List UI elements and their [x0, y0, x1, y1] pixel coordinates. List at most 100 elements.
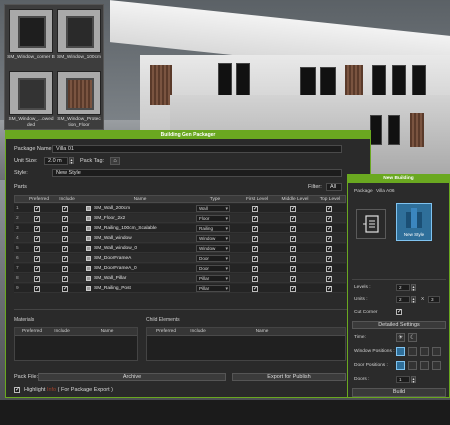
time-sun-button[interactable]: ☀ — [396, 333, 405, 342]
table-row[interactable]: 6 SM_DoorFrameA Door — [14, 254, 346, 263]
table-row[interactable]: 8 SM_Wall_Pillar Pillar — [14, 274, 346, 283]
include-checkbox[interactable] — [62, 225, 68, 232]
detailed-settings-header[interactable]: Detailed Settings — [352, 321, 446, 329]
mat-col-include[interactable]: Include — [49, 328, 75, 335]
library-thumb-1[interactable] — [9, 9, 53, 53]
units-y-input[interactable]: 3 — [428, 296, 440, 303]
top-level-checkbox[interactable] — [326, 215, 332, 222]
first-level-checkbox[interactable] — [252, 215, 258, 222]
door-position-option-2[interactable] — [408, 361, 417, 370]
col-include[interactable]: Include — [55, 196, 79, 203]
middle-level-checkbox[interactable] — [290, 225, 296, 232]
col-preferred[interactable]: Preferred — [27, 196, 51, 203]
table-row[interactable]: 7 SM_DoorFrameA_0 Door — [14, 264, 346, 273]
first-level-checkbox[interactable] — [252, 205, 258, 212]
export-for-publish-button[interactable]: Export for Publish — [232, 373, 346, 381]
preferred-checkbox[interactable] — [34, 285, 40, 292]
col-top-level[interactable]: Top Level — [313, 196, 347, 203]
build-button[interactable]: Build — [352, 388, 446, 397]
building-template-button[interactable] — [356, 209, 386, 239]
part-type-dropdown[interactable]: Wall — [196, 205, 230, 212]
highlight-checkbox[interactable] — [14, 386, 20, 393]
part-type-dropdown[interactable]: Floor — [196, 215, 230, 222]
middle-level-checkbox[interactable] — [290, 265, 296, 272]
top-level-checkbox[interactable] — [326, 245, 332, 252]
table-row[interactable]: 5 SM_Wall_window_0 Window — [14, 244, 346, 253]
top-level-checkbox[interactable] — [326, 235, 332, 242]
style-thumbnail-new-style[interactable]: New Style — [396, 203, 432, 241]
include-checkbox[interactable] — [62, 235, 68, 242]
pack-tag-button[interactable]: ⌂ — [110, 157, 120, 165]
first-level-checkbox[interactable] — [252, 235, 258, 242]
middle-level-checkbox[interactable] — [290, 245, 296, 252]
filter-dropdown[interactable]: All — [326, 183, 342, 191]
part-type-dropdown[interactable]: Pillar — [196, 275, 230, 282]
first-level-checkbox[interactable] — [252, 245, 258, 252]
preferred-checkbox[interactable] — [34, 265, 40, 272]
part-type-dropdown[interactable]: Window — [196, 235, 230, 242]
child-col-name[interactable]: Name — [217, 328, 307, 335]
preferred-checkbox[interactable] — [34, 255, 40, 262]
unit-size-input[interactable]: 2.0 m — [44, 157, 68, 165]
units-x-input[interactable]: 2 — [396, 296, 410, 303]
first-level-checkbox[interactable] — [252, 275, 258, 282]
preferred-checkbox[interactable] — [34, 215, 40, 222]
unit-size-spinner[interactable]: ▴ ▾ — [69, 157, 74, 165]
middle-level-checkbox[interactable] — [290, 275, 296, 282]
top-level-checkbox[interactable] — [326, 255, 332, 262]
middle-level-checkbox[interactable] — [290, 285, 296, 292]
style-input[interactable]: New Style — [52, 169, 342, 177]
include-checkbox[interactable] — [62, 205, 68, 212]
door-position-option-1[interactable] — [396, 361, 405, 370]
first-level-checkbox[interactable] — [252, 225, 258, 232]
top-level-checkbox[interactable] — [326, 265, 332, 272]
preferred-checkbox[interactable] — [34, 235, 40, 242]
window-position-option-1[interactable] — [396, 347, 405, 356]
middle-level-checkbox[interactable] — [290, 205, 296, 212]
cut-corner-checkbox[interactable] — [396, 308, 402, 315]
mat-col-preferred[interactable]: Preferred — [17, 328, 47, 335]
include-checkbox[interactable] — [62, 215, 68, 222]
col-first-level[interactable]: First Level — [239, 196, 275, 203]
top-level-checkbox[interactable] — [326, 205, 332, 212]
include-checkbox[interactable] — [62, 285, 68, 292]
window-position-option-4[interactable] — [432, 347, 441, 356]
include-checkbox[interactable] — [62, 265, 68, 272]
package-name-input[interactable]: Villa 01 — [52, 145, 342, 153]
preferred-checkbox[interactable] — [34, 225, 40, 232]
doors-input[interactable]: 1 — [396, 376, 410, 383]
col-type[interactable]: Type — [195, 196, 235, 203]
preferred-checkbox[interactable] — [34, 275, 40, 282]
first-level-checkbox[interactable] — [252, 285, 258, 292]
time-moon-button[interactable]: ☾ — [408, 333, 417, 342]
part-type-dropdown[interactable]: Pillar — [196, 285, 230, 292]
window-position-option-3[interactable] — [420, 347, 429, 356]
library-thumb-2[interactable] — [57, 9, 101, 53]
doors-spinner[interactable]: ▴ ▾ — [411, 376, 416, 384]
door-position-option-4[interactable] — [432, 361, 441, 370]
units-x-spinner[interactable]: ▴ ▾ — [411, 296, 416, 304]
part-type-dropdown[interactable]: Door — [196, 255, 230, 262]
top-level-checkbox[interactable] — [326, 285, 332, 292]
door-position-option-3[interactable] — [420, 361, 429, 370]
mat-col-name[interactable]: Name — [77, 328, 137, 335]
first-level-checkbox[interactable] — [252, 265, 258, 272]
col-middle-level[interactable]: Middle Level — [277, 196, 313, 203]
include-checkbox[interactable] — [62, 245, 68, 252]
top-level-checkbox[interactable] — [326, 225, 332, 232]
middle-level-checkbox[interactable] — [290, 255, 296, 262]
table-row[interactable]: 3 SM_Railing_100cm_Scalable Railing — [14, 224, 346, 233]
window-position-option-2[interactable] — [408, 347, 417, 356]
preferred-checkbox[interactable] — [34, 245, 40, 252]
middle-level-checkbox[interactable] — [290, 215, 296, 222]
table-row[interactable]: 9 SM_Railing_Post Pillar — [14, 284, 346, 293]
child-col-include[interactable]: Include — [185, 328, 211, 335]
part-type-dropdown[interactable]: Door — [196, 265, 230, 272]
library-thumb-4[interactable] — [57, 71, 101, 115]
child-col-preferred[interactable]: Preferred — [151, 328, 181, 335]
include-checkbox[interactable] — [62, 255, 68, 262]
table-row[interactable]: 4 SM_Wall_window Window — [14, 234, 346, 243]
part-type-dropdown[interactable]: Railing — [196, 225, 230, 232]
include-checkbox[interactable] — [62, 275, 68, 282]
top-level-checkbox[interactable] — [326, 275, 332, 282]
